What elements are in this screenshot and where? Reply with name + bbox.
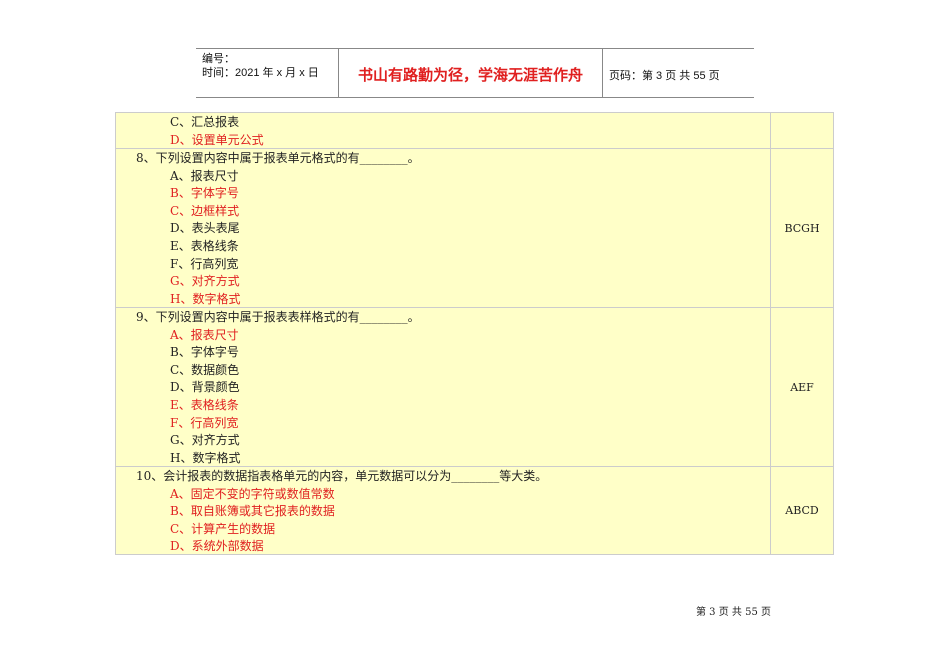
- option-text: F、行高列宽: [170, 256, 239, 271]
- option-text: A、固定不变的字符或数值常数: [170, 486, 335, 501]
- option-text: A、报表尺寸: [170, 168, 239, 183]
- option-text: D、表头表尾: [170, 221, 240, 236]
- question-text: 10、会计报表的数据指表格单元的内容，单元数据可以分为________等大类。: [136, 469, 548, 483]
- date-label: 时间：2021 年 x 月 x 日: [202, 67, 319, 79]
- table-row: 9、下列设置内容中属于报表表样格式的有________。 A、报表尺寸 B、字体字号…: [116, 308, 833, 467]
- answer-text: BCGH: [784, 221, 820, 235]
- option-text: D、系统外部数据: [170, 539, 264, 554]
- option-text: B、取自账簿或其它报表的数据: [170, 504, 335, 519]
- table-row: 10、会计报表的数据指表格单元的内容，单元数据可以分为________等大类。 A…: [116, 467, 833, 555]
- answer-text: ABCD: [785, 504, 819, 517]
- option-text: C、数据颜色: [170, 362, 240, 377]
- page-footer: 第 3 页 共 55 页: [696, 607, 771, 618]
- header-meta: 编号： 时间：2021 年 x 月 x 日: [202, 52, 319, 80]
- table-row: C、汇总报表 D、设置单元公式: [116, 113, 833, 149]
- option-text: D、设置单元公式: [170, 132, 264, 147]
- option-text: G、对齐方式: [170, 274, 240, 289]
- page-header: 编号： 时间：2021 年 x 月 x 日 书山有路勤为径，学海无涯苦作舟 页码…: [196, 48, 754, 98]
- option-text: F、行高列宽: [170, 415, 239, 430]
- option-text: C、汇总报表: [170, 115, 240, 129]
- question-table: C、汇总报表 D、设置单元公式 8、下列设置内容中属于报表单元格式的有_______…: [115, 112, 834, 555]
- option-text: B、字体字号: [170, 186, 239, 201]
- option-text: A、报表尺寸: [170, 327, 239, 342]
- question-text: 9、下列设置内容中属于报表表样格式的有________。: [136, 310, 420, 324]
- question-text: 8、下列设置内容中属于报表单元格式的有________。: [136, 151, 420, 165]
- option-text: B、字体字号: [170, 345, 239, 360]
- table-row: 8、下列设置内容中属于报表单元格式的有________。 A、报表尺寸 B、字体字号…: [116, 149, 833, 308]
- option-text: E、表格线条: [170, 398, 239, 412]
- page-label: 页码：第 3 页 共 55 页: [609, 70, 720, 82]
- divider: [602, 49, 603, 97]
- option-text: H、数字格式: [170, 450, 241, 465]
- option-text: D、背景颜色: [170, 380, 240, 395]
- number-label: 编号：: [202, 53, 235, 65]
- answer-text: AEF: [790, 380, 814, 394]
- option-text: C、边框样式: [170, 203, 240, 218]
- option-text: E、表格线条: [170, 239, 239, 253]
- option-text: H、数字格式: [170, 291, 241, 306]
- option-text: G、对齐方式: [170, 433, 240, 448]
- motto: 书山有路勤为径，学海无涯苦作舟: [357, 67, 583, 84]
- option-text: C、计算产生的数据: [170, 521, 276, 536]
